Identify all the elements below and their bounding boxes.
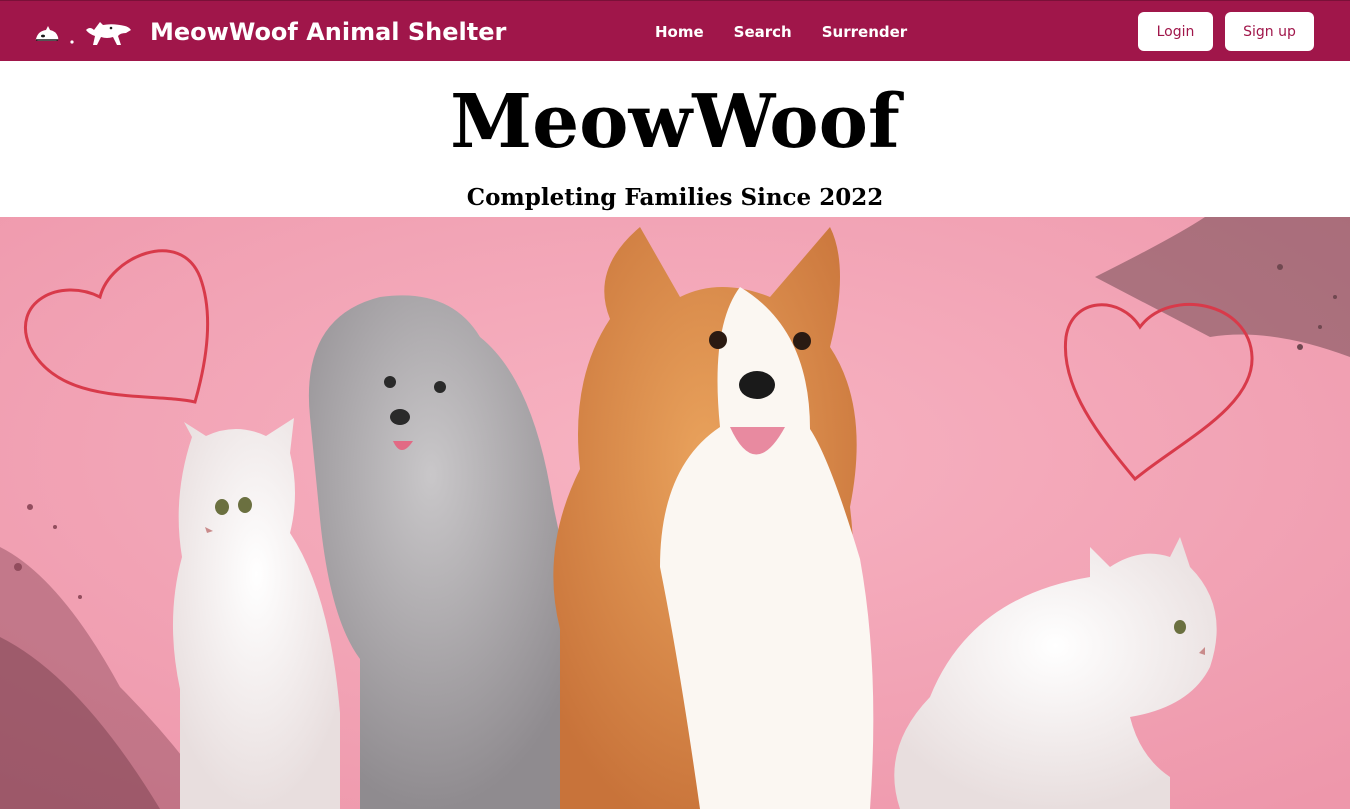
- pets-illustration: [0, 217, 1350, 809]
- brand-name: MeowWoof Animal Shelter: [150, 17, 507, 46]
- nav-link-surrender[interactable]: Surrender: [807, 23, 922, 41]
- nav-link-home[interactable]: Home: [640, 23, 719, 41]
- main-nav: Home Search Surrender: [640, 1, 922, 62]
- hero-pets-image: [0, 217, 1350, 809]
- signup-button[interactable]: Sign up: [1225, 12, 1314, 51]
- login-button[interactable]: Login: [1138, 12, 1213, 51]
- hero-tagline: Completing Families Since 2022: [466, 184, 884, 211]
- nav-link-search[interactable]: Search: [719, 23, 807, 41]
- cat-and-dog-silhouette-icon: [35, 21, 131, 45]
- brand[interactable]: MeowWoof Animal Shelter: [32, 1, 506, 62]
- hero-title: MeowWoof: [450, 79, 900, 165]
- top-navbar: MeowWoof Animal Shelter Home Search Surr…: [0, 0, 1350, 61]
- auth-buttons: Login Sign up: [1138, 12, 1314, 51]
